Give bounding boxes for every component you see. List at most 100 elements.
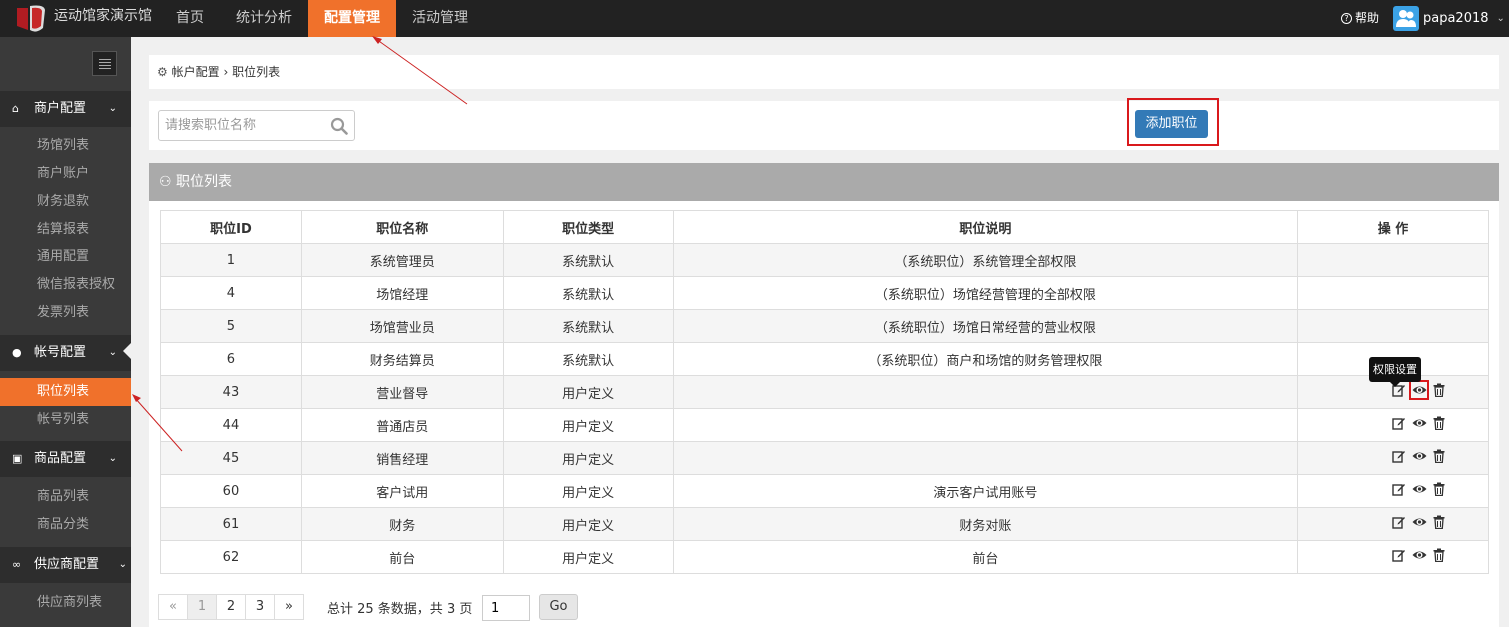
sidebar-item-refund[interactable]: 财务退款 [0,188,131,216]
sidebar-section-product[interactable]: ▣ 商品配置 ⌄ [0,441,131,477]
sidebar-item-merchant-account[interactable]: 商户账户 [0,160,131,188]
trash-icon[interactable] [1432,383,1446,398]
nav-statistics[interactable]: 统计分析 [220,0,308,37]
nav-home[interactable]: 首页 [160,0,220,37]
section-label: 供应商配置 [34,557,100,572]
user-menu[interactable]: papa2018 ⌄ [1393,6,1505,31]
table-row: 43 营业督导 用户定义 [160,375,1489,409]
add-position-button[interactable]: 添加职位 [1135,110,1208,138]
edit-icon[interactable] [1392,515,1406,529]
nav-activity-management[interactable]: 活动管理 [396,0,484,37]
view-icon[interactable] [1412,482,1427,496]
edit-icon[interactable] [1392,449,1406,463]
cell-name: 营业督导 [300,375,504,409]
cell-desc: 财务对账 [672,507,1299,541]
sidebar-section-account[interactable]: ● 帐号配置 ⌄ [0,335,131,371]
sidebar-item-supplier-list[interactable]: 供应商列表 [0,589,131,617]
view-icon[interactable] [1412,416,1427,430]
breadcrumb: ⚙ 帐户配置 › 职位列表 [149,55,1499,89]
pagination-summary: 总计 25 条数据，共 3 页 [327,602,473,617]
cell-id: 4 [160,276,302,310]
pagination: « 1 2 3 » [158,594,304,620]
next-page-button[interactable]: » [274,594,304,620]
sidebar-section-merchant[interactable]: ⌂ 商户配置 ⌄ [0,91,131,127]
cell-id: 61 [160,507,302,541]
positions-table: 职位ID 职位名称 职位类型 职位说明 操 作 1 系统管理员 系统默认 （系统职位）… [160,210,1489,574]
table-row: 62 前台 用户定义 前台 [160,540,1489,574]
sidebar-item-general-config[interactable]: 通用配置 [0,243,131,271]
sidebar-item-invoice-list[interactable]: 发票列表 [0,299,131,327]
brand-name[interactable]: 运动馆家演示馆 [54,0,152,37]
cell-name: 场馆经理 [300,276,504,310]
trash-icon[interactable] [1432,449,1446,464]
table-row: 61 财务 用户定义 财务对账 [160,507,1489,541]
edit-icon[interactable] [1392,416,1406,430]
sidebar-section-supplier[interactable]: ∞ 供应商配置 ⌄ [0,547,131,583]
view-icon[interactable] [1412,548,1427,562]
cell-name: 场馆营业员 [300,309,504,343]
cell-type: 用户定义 [502,375,674,409]
cell-desc [672,408,1299,442]
view-icon[interactable] [1409,380,1430,400]
search-input[interactable] [159,111,319,139]
sidebar-item-settlement-report[interactable]: 结算报表 [0,216,131,244]
cell-desc: 前台 [672,540,1299,574]
cell-desc: （系统职位）场馆日常经营的营业权限 [672,309,1299,343]
cell-id: 62 [160,540,302,574]
sidebar-item-wechat-report-auth[interactable]: 微信报表授权 [0,271,131,299]
goto-page-input[interactable] [482,595,530,621]
cell-type: 系统默认 [502,342,674,376]
edit-icon[interactable] [1392,548,1406,562]
username: papa2018 [1423,11,1489,26]
search-icon[interactable] [330,117,348,135]
nav-config-management[interactable]: 配置管理 [308,0,396,37]
cell-id: 60 [160,474,302,508]
cell-type: 用户定义 [502,441,674,475]
cell-type: 系统默认 [502,309,674,343]
trash-icon[interactable] [1432,416,1446,431]
trash-icon[interactable] [1432,515,1446,530]
section-label: 商品配置 [34,451,87,466]
panel-title: 职位列表 [176,174,233,190]
view-icon[interactable] [1412,515,1427,529]
main-nav: 首页 统计分析 配置管理 活动管理 [160,0,484,37]
edit-icon[interactable] [1392,482,1406,496]
prev-page-button[interactable]: « [158,594,188,620]
sidebar-item-account-list[interactable]: 帐号列表 [0,406,131,434]
trash-icon[interactable] [1432,548,1446,563]
page-button-1[interactable]: 1 [187,594,217,620]
page-button-2[interactable]: 2 [216,594,246,620]
tooltip-permission-settings: 权限设置 [1369,357,1421,387]
cell-type: 用户定义 [502,507,674,541]
users-icon [1396,10,1416,27]
cell-name: 财务结算员 [300,342,504,376]
col-header-name: 职位名称 [300,210,504,244]
go-button[interactable]: Go [539,594,578,620]
sidebar: ⌂ 商户配置 ⌄ 场馆列表 商户账户 财务退款 结算报表 通用配置 微信报表授权 发… [0,37,131,627]
cell-id: 5 [160,309,302,343]
sidebar-toggle-button[interactable] [92,51,117,76]
trash-icon[interactable] [1432,482,1446,497]
cell-type: 用户定义 [502,474,674,508]
search-box [158,110,355,141]
help-label: 帮助 [1355,11,1380,25]
panel-header: ⚇ 职位列表 [149,163,1499,201]
cell-name: 客户试用 [300,474,504,508]
sidebar-item-product-list[interactable]: 商品列表 [0,483,131,511]
cell-name: 普通店员 [300,408,504,442]
sidebar-item-venue-list[interactable]: 场馆列表 [0,132,131,160]
cell-desc: 演示客户试用账号 [672,474,1299,508]
col-header-id: 职位ID [160,210,302,244]
row-actions [1392,449,1446,464]
help-link[interactable]: ? 帮助 [1341,0,1379,37]
cell-id: 45 [160,441,302,475]
col-header-actions: 操 作 [1297,210,1489,244]
breadcrumb-parent[interactable]: 帐户配置 [172,65,220,79]
cell-desc: （系统职位）场馆经营管理的全部权限 [672,276,1299,310]
sidebar-item-product-category[interactable]: 商品分类 [0,511,131,539]
cell-actions [1297,540,1489,574]
sidebar-item-position-list[interactable]: 职位列表 [0,378,131,406]
cell-name: 前台 [300,540,504,574]
view-icon[interactable] [1412,449,1427,463]
page-button-3[interactable]: 3 [245,594,275,620]
